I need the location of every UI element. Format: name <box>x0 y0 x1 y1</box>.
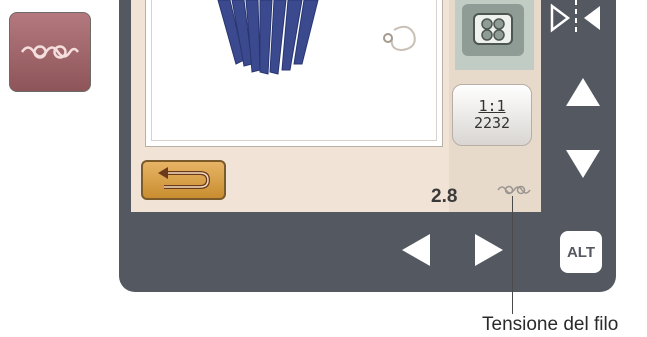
thread-tension-small-icon <box>497 185 531 195</box>
thread-tension-value[interactable]: 2.8 <box>431 186 457 208</box>
thread-tension-icon <box>20 45 80 59</box>
alt-button[interactable]: ALT <box>560 231 602 273</box>
embroidery-canvas <box>145 0 443 147</box>
stage: 1:1 2232 2.8 ALT Tensione del filo <box>0 0 647 337</box>
stitch-ratio-button[interactable]: 1:1 2232 <box>452 84 532 146</box>
touch-screen: 1:1 2232 2.8 <box>131 0 541 212</box>
hoop-icon <box>473 13 513 45</box>
arrow-down-icon[interactable] <box>566 150 600 178</box>
callout-line <box>512 196 513 314</box>
arrow-up-icon[interactable] <box>566 78 600 106</box>
undo-button[interactable] <box>141 160 226 200</box>
arrow-right-icon[interactable] <box>475 234 503 266</box>
undo-icon <box>157 167 210 189</box>
embroidery-design <box>217 0 416 75</box>
thread-tension-tile[interactable] <box>9 12 91 92</box>
mirror-icon[interactable] <box>548 0 604 38</box>
arrow-left-icon[interactable] <box>402 234 430 266</box>
callout-label: Tensione del filo <box>482 314 619 335</box>
ratio-bottom-value: 2232 <box>473 114 511 132</box>
ratio-top-value: 1:1 <box>478 97 506 115</box>
hoop-button[interactable] <box>462 4 524 56</box>
